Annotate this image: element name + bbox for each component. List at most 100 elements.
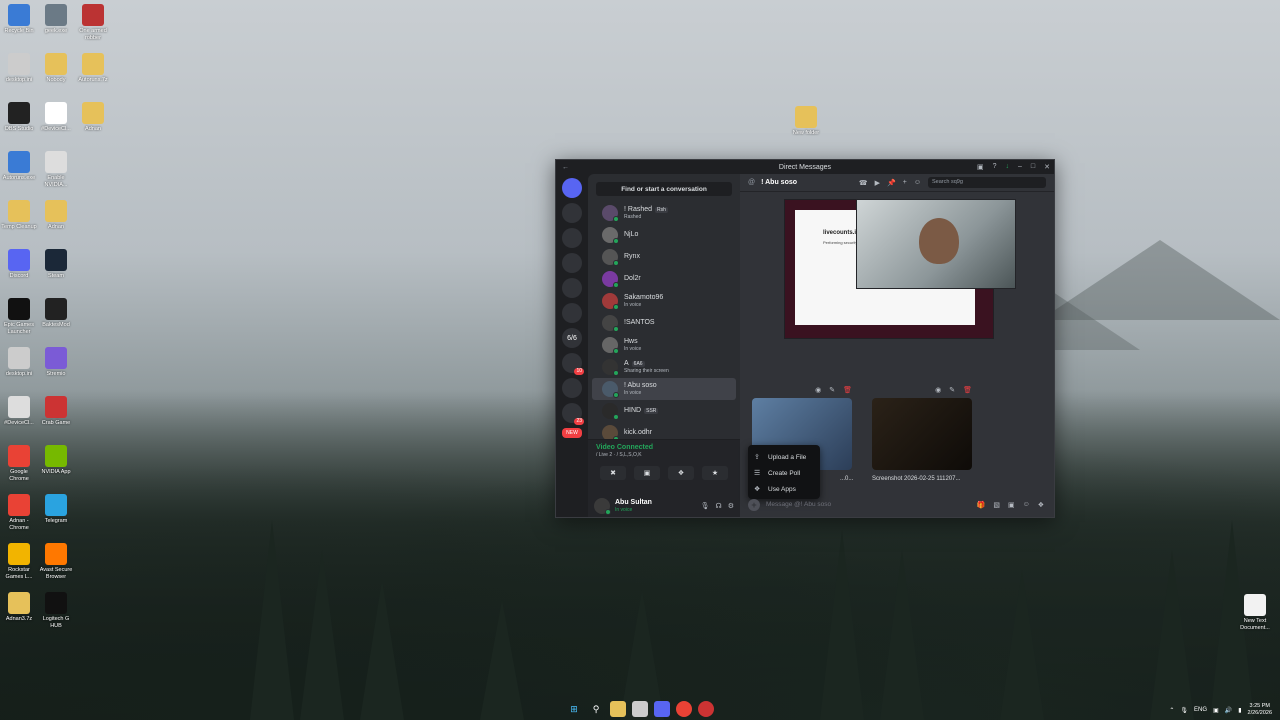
desktop-shortcut[interactable]: Enable NVIDIA... xyxy=(37,151,75,189)
help-icon[interactable]: ? xyxy=(993,163,997,171)
desktop-shortcut[interactable]: Adnan3.7z xyxy=(0,592,38,623)
inbox-icon[interactable]: ▣ xyxy=(977,163,984,171)
mic-tray-icon[interactable]: 🎙 xyxy=(1180,707,1188,714)
screen-share-button[interactable]: ▣ xyxy=(634,466,660,480)
profile-icon[interactable]: ☺ xyxy=(914,179,921,186)
new-icon[interactable]: NEW xyxy=(562,428,582,438)
dm-list-item[interactable]: NjLo xyxy=(592,224,736,246)
chevron-up-icon[interactable]: ⌃ xyxy=(1169,707,1174,714)
desktop-shortcut[interactable]: NVIDIA App xyxy=(37,445,75,476)
mic-icon[interactable]: 🎙 xyxy=(701,502,710,510)
server-icon[interactable] xyxy=(562,378,582,398)
menu-item-upload[interactable]: ⇪ Upload a File xyxy=(752,449,816,465)
desktop-shortcut[interactable]: Stremio xyxy=(37,347,75,378)
desktop-shortcut[interactable]: Autoruns.exe xyxy=(0,151,38,182)
desktop-shortcut[interactable]: Recycle Bin xyxy=(0,4,38,35)
headphones-icon[interactable]: ☊ xyxy=(716,502,722,510)
edit-icon[interactable]: ✎ xyxy=(829,386,835,394)
discord-taskbar-icon[interactable] xyxy=(654,701,670,717)
server-icon[interactable]: 6/6 xyxy=(562,328,582,348)
desktop-shortcut[interactable]: BaktesMod xyxy=(37,298,75,329)
close-button[interactable]: ✕ xyxy=(1044,163,1050,171)
server-icon[interactable] xyxy=(562,278,582,298)
attachment-2[interactable]: ◉ ✎ 🗑 Screenshot 2026-02-25 111207... xyxy=(872,386,972,486)
desktop-shortcut[interactable]: Steam xyxy=(37,249,75,280)
volume-icon[interactable]: 🔊 xyxy=(1225,707,1232,714)
store-icon[interactable] xyxy=(632,701,648,717)
plus-icon[interactable]: + xyxy=(748,498,760,511)
server-icon[interactable] xyxy=(562,228,582,248)
desktop-shortcut[interactable]: Logitech G HUB xyxy=(37,592,75,630)
chrome-profile-taskbar-icon[interactable] xyxy=(698,701,714,717)
server-icon[interactable]: 23 xyxy=(562,403,584,425)
discord-icon[interactable] xyxy=(562,178,582,198)
dm-list-item[interactable]: Rynx xyxy=(592,246,736,268)
gift-icon[interactable]: 🎁 xyxy=(977,501,986,509)
desktop-shortcut[interactable]: Google Chrome xyxy=(0,445,38,483)
desktop-shortcut[interactable]: desktop.ini xyxy=(0,53,38,84)
new-text-document-desktop-icon[interactable]: New Text Document... xyxy=(1236,594,1274,632)
desktop-shortcut[interactable]: Avast Secure Browser xyxy=(37,543,75,581)
download-icon[interactable]: ↓ xyxy=(1005,163,1009,171)
battery-icon[interactable]: ▮ xyxy=(1238,707,1241,714)
desktop-shortcut[interactable]: Epic Games Launcher xyxy=(0,298,38,336)
dm-list-item[interactable]: Sakamoto96 In voice xyxy=(592,290,736,312)
edit-icon[interactable]: ✎ xyxy=(949,386,955,394)
gif-icon[interactable]: ▧ xyxy=(993,501,1000,509)
desktop-shortcut[interactable]: OBS Studio xyxy=(0,102,38,133)
soundboard-button[interactable]: ★ xyxy=(702,466,728,480)
message-input[interactable]: Message @! Abu soso xyxy=(766,501,831,508)
sticker-icon[interactable]: ▣ xyxy=(1008,501,1015,509)
voice-channel[interactable]: / Live 2 · / S,L,S,O,K xyxy=(596,452,732,458)
webcam-stream[interactable] xyxy=(856,199,1016,289)
video-icon[interactable]: ▶ xyxy=(875,179,880,187)
dm-list-item[interactable]: A 6A6 Sharing their screen xyxy=(592,356,736,378)
network-icon[interactable]: ▣ xyxy=(1213,707,1219,714)
minimize-button[interactable]: – xyxy=(1018,163,1022,171)
desktop-shortcut[interactable]: Adnan - Chrome xyxy=(0,494,38,532)
desktop-shortcut[interactable]: Discord xyxy=(0,249,38,280)
dm-list-item[interactable]: Dol2r xyxy=(592,268,736,290)
server-icon[interactable] xyxy=(562,203,582,223)
dm-list-item[interactable]: HIND SSR xyxy=(592,400,736,422)
back-icon[interactable]: ← xyxy=(562,164,569,171)
desktop-shortcut[interactable]: #DeviceCl... xyxy=(0,396,38,427)
server-icon[interactable]: 10 xyxy=(562,353,584,375)
menu-item-poll[interactable]: ☰ Create Poll xyxy=(752,465,816,481)
add-friend-icon[interactable]: + xyxy=(903,179,907,186)
desktop-shortcut[interactable]: Autoruns.7z xyxy=(74,53,112,84)
dm-list-item[interactable]: !SANTOS xyxy=(592,312,736,334)
desktop-shortcut[interactable]: Adnan xyxy=(74,102,112,133)
clock[interactable]: 3:25 PM 2/26/2026 xyxy=(1248,703,1272,717)
eye-icon[interactable]: ◉ xyxy=(935,386,941,394)
start-button[interactable]: ⊞ xyxy=(566,701,582,717)
delete-icon[interactable]: 🗑 xyxy=(843,386,852,394)
dm-list-item[interactable]: ! Rashed Rsh Rashed xyxy=(592,202,736,224)
apps-icon[interactable]: ❖ xyxy=(1038,501,1044,509)
activities-button[interactable]: ❖ xyxy=(668,466,694,480)
avatar[interactable] xyxy=(594,498,611,515)
chrome-taskbar-icon[interactable] xyxy=(676,701,692,717)
menu-item-apps[interactable]: ❖ Use Apps xyxy=(752,481,816,497)
settings-gear-icon[interactable]: ⚙ xyxy=(728,502,734,510)
dm-list-item[interactable]: Hws In voice xyxy=(592,334,736,356)
camera-off-button[interactable]: ✖ xyxy=(600,466,626,480)
search-icon[interactable]: ⚲ xyxy=(588,701,604,717)
file-explorer-icon[interactable] xyxy=(610,701,626,717)
eye-icon[interactable]: ◉ xyxy=(815,386,821,394)
new-folder-desktop-icon[interactable]: New folder xyxy=(787,106,825,137)
delete-icon[interactable]: 🗑 xyxy=(963,386,972,394)
search-input[interactable]: Search sq9g xyxy=(928,177,1046,188)
server-icon[interactable] xyxy=(562,253,582,273)
desktop-shortcut[interactable]: geek.exe xyxy=(37,4,75,35)
desktop-shortcut[interactable]: Crab Game xyxy=(37,396,75,427)
find-conversation-button[interactable]: Find or start a conversation xyxy=(596,182,732,196)
call-icon[interactable]: ☎ xyxy=(859,179,868,187)
maximize-button[interactable]: □ xyxy=(1031,163,1035,171)
desktop-shortcut[interactable]: Adnan xyxy=(37,200,75,231)
desktop-shortcut[interactable]: #DeviceCl... xyxy=(37,102,75,133)
server-icon[interactable] xyxy=(562,303,582,323)
pin-icon[interactable]: 📌 xyxy=(887,179,896,187)
desktop-shortcut[interactable]: Temp Cleanup xyxy=(0,200,38,231)
language-indicator[interactable]: ENG xyxy=(1194,707,1207,713)
